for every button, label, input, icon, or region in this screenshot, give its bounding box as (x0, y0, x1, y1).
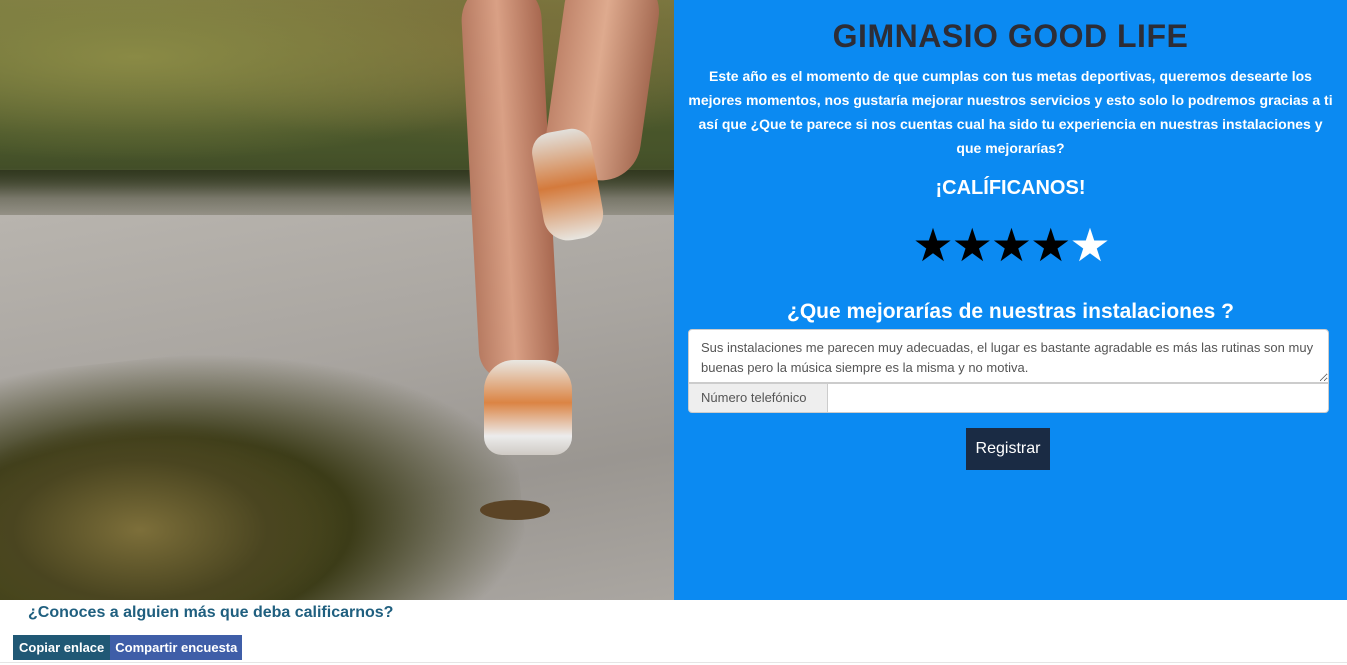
star-icon-5[interactable]: ★ (1069, 219, 1110, 271)
copy-link-button[interactable]: Copiar enlace (13, 635, 111, 660)
survey-panel: GIMNASIO GOOD LIFE Este año es el moment… (674, 0, 1347, 600)
phone-input[interactable] (828, 383, 1329, 413)
star-icon-1[interactable]: ★ (912, 219, 953, 271)
grass-patch (0, 420, 340, 600)
share-question: ¿Conoces a alguien más que deba califica… (28, 604, 394, 621)
star-icon-3[interactable]: ★ (991, 219, 1032, 271)
bottom-divider (0, 662, 1347, 663)
rating-title: ¡CALÍFICANOS! (935, 177, 1086, 199)
intro-text: Este año es el momento de que cumplas co… (688, 68, 1333, 156)
page-title: GIMNASIO GOOD LIFE (832, 18, 1189, 54)
comment-textarea[interactable]: Sus instalaciones me parecen muy adecuad… (688, 329, 1329, 383)
register-button[interactable]: Registrar (966, 428, 1050, 470)
runner-photo (0, 0, 674, 600)
star-rating[interactable]: ★★★★★ (674, 218, 1347, 272)
star-icon-2[interactable]: ★ (952, 219, 993, 271)
share-buttons: Copiar enlace Compartir encuesta (13, 635, 243, 660)
improvement-question: ¿Que mejorarías de nuestras instalacione… (787, 300, 1234, 323)
fallen-leaf (480, 500, 550, 520)
share-survey-button[interactable]: Compartir encuesta (110, 635, 243, 660)
phone-label: Número telefónico (688, 383, 828, 413)
star-icon-4[interactable]: ★ (1030, 219, 1071, 271)
phone-input-group: Número telefónico (688, 383, 1329, 413)
hero-section: GIMNASIO GOOD LIFE Este año es el moment… (0, 0, 1347, 600)
runner-shoe-left (484, 360, 572, 455)
